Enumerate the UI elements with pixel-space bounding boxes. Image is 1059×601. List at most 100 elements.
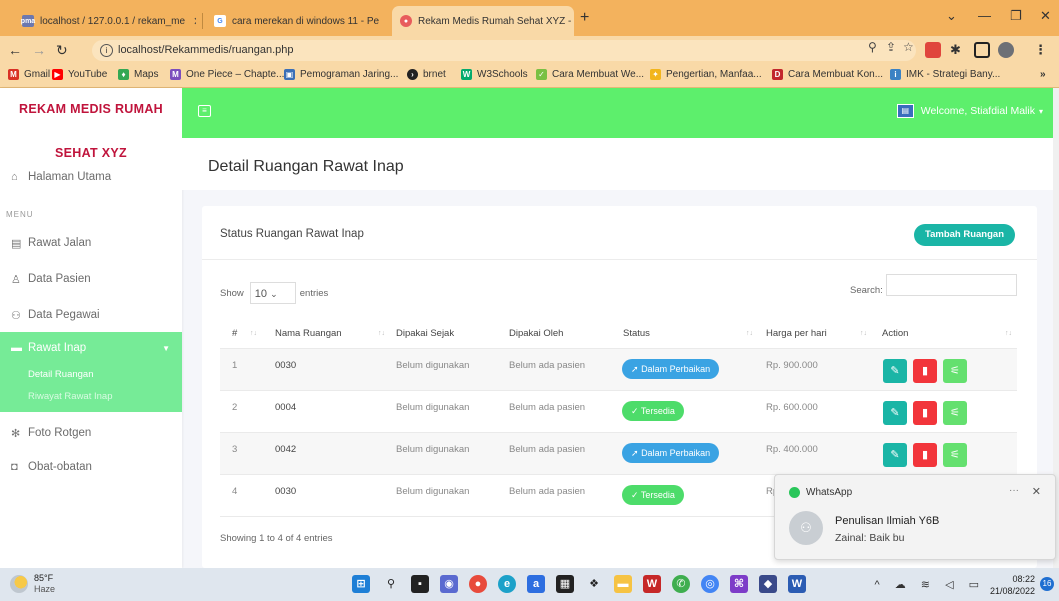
column-header-oleh[interactable]: Dipakai Oleh (509, 328, 563, 339)
info-icon[interactable]: i (100, 44, 113, 57)
cell-no: 1 (232, 360, 238, 371)
bookmark-brnet[interactable]: › brnet (407, 69, 446, 80)
app-icon[interactable]: ⌘ (730, 575, 748, 593)
forward-icon[interactable]: → (32, 42, 46, 58)
column-header-harga[interactable]: Harga per hari (766, 328, 827, 339)
new-tab-icon[interactable]: + (580, 9, 589, 27)
bookmark-cara-membuat-kon[interactable]: D Cara Membuat Kon... (772, 69, 883, 80)
close-tab-icon[interactable]: ✕ (193, 15, 196, 28)
bookmark-imk[interactable]: i IMK - Strategi Bany... (890, 69, 1000, 80)
weather-widget[interactable]: 85°F Haze (10, 573, 55, 595)
user-icon: ♙ (11, 273, 21, 286)
edge-icon[interactable]: e (498, 575, 516, 593)
word-icon[interactable]: W (788, 575, 806, 593)
column-header-action: Action (882, 328, 909, 339)
bookmark-label: Cara Membuat We... (552, 69, 645, 80)
bookmark-maps[interactable]: ♦ Maps (118, 69, 158, 80)
bookmark-youtube[interactable]: ▶ YouTube (52, 69, 107, 80)
assign-button[interactable]: ⚟ (943, 359, 967, 383)
bookmark-label: One Piece – Chapte... (186, 69, 285, 80)
delete-button[interactable]: ▮ (913, 359, 937, 383)
chevron-down-icon[interactable]: ⌄ (946, 8, 957, 24)
delete-button[interactable]: ▮ (913, 401, 937, 425)
reload-icon[interactable]: ↻ (56, 42, 68, 59)
user-plus-icon: ⚟ (950, 449, 960, 461)
assign-button[interactable]: ⚟ (943, 443, 967, 467)
tab-rekam-medis[interactable]: ● Rekam Medis Rumah Sehat XYZ - ✕ (392, 6, 574, 36)
tab-google[interactable]: G cara merekan di windows 11 - Pe ✕ (206, 6, 386, 36)
sidebar-subitem-riwayat[interactable]: Riwayat Rawat Inap (0, 386, 182, 408)
menu-toggle-icon[interactable]: ≡ (198, 105, 211, 117)
column-header-no[interactable]: # (232, 328, 237, 339)
restore-icon[interactable]: ❐ (1010, 8, 1022, 24)
user-menu[interactable]: ▤ Welcome, Stiafdial Malik ▾ (896, 104, 1043, 118)
table-row: 2 0004 Belum digunakan Belum ada pasien … (220, 390, 1017, 432)
cell-nama: 0004 (275, 402, 297, 413)
clock[interactable]: 08:22 21/08/2022 (990, 573, 1035, 597)
sidebar-item-rawat-jalan[interactable]: ▤ Rawat Jalan (0, 228, 182, 258)
bookmark-star-icon[interactable]: ☆ (903, 40, 914, 54)
bookmark-w3schools[interactable]: W W3Schools (461, 69, 528, 80)
browser-tab-bar: pma localhost / 127.0.0.1 / rekam_me ✕ G… (0, 0, 1059, 36)
bookmark-cara-membuat-we[interactable]: ✓ Cara Membuat We... (536, 69, 644, 80)
close-window-icon[interactable]: ✕ (1040, 8, 1051, 24)
add-room-button[interactable]: Tambah Ruangan (914, 224, 1015, 246)
column-header-sejak[interactable]: Dipakai Sejak (396, 328, 454, 339)
sidebar-icon[interactable] (974, 42, 990, 58)
delete-button[interactable]: ▮ (913, 443, 937, 467)
translate-icon[interactable]: a (527, 575, 545, 593)
search-input[interactable] (886, 274, 1017, 296)
profile-icon[interactable] (998, 42, 1014, 58)
extension-icon[interactable] (925, 42, 941, 58)
column-header-nama[interactable]: Nama Ruangan (275, 328, 342, 339)
store-icon[interactable]: ▦ (556, 575, 574, 593)
entries-select[interactable]: 10 ⌄ (249, 282, 296, 304)
more-bookmarks-icon[interactable]: » (1040, 69, 1046, 80)
winrar-icon[interactable]: W (643, 575, 661, 593)
sidebar-item-data-pasien[interactable]: ♙ Data Pasien (0, 264, 182, 294)
status-badge: ✓ Tersedia (622, 401, 684, 421)
sidebar-item-home[interactable]: ⌂ Halaman Utama (0, 162, 182, 192)
puzzle-icon[interactable]: ✱ (950, 42, 966, 58)
zoom-icon[interactable]: ⚲ (868, 40, 877, 54)
sidebar-item-rawat-inap[interactable]: ▬ Rawat Inap ▼ (0, 332, 182, 364)
chrome-icon[interactable]: ◎ (701, 575, 719, 593)
system-tray[interactable]: ^ ☁ ≋ ◁ ▭ (875, 578, 985, 591)
tab-phpmyadmin[interactable]: pma localhost / 127.0.0.1 / rekam_me ✕ (14, 6, 196, 36)
back-icon[interactable]: ← (8, 42, 22, 58)
edit-button[interactable]: ✎ (883, 443, 907, 467)
url-field[interactable]: i localhost/Rekammedis/ruangan.php (92, 40, 916, 61)
share-icon[interactable]: ⇪ (886, 40, 896, 54)
bookmark-pemograman[interactable]: ▣ Pemograman Jaring... (284, 69, 398, 80)
bookmark-label: W3Schools (477, 69, 528, 80)
more-options-icon[interactable]: ··· (1009, 485, 1019, 496)
sidebar-item-obat[interactable]: ◘ Obat-obatan (0, 452, 182, 482)
bookmark-gmail[interactable]: M Gmail (8, 69, 50, 80)
firefox-icon[interactable]: ● (469, 575, 487, 593)
assign-button[interactable]: ⚟ (943, 401, 967, 425)
bookmark-onepiece[interactable]: M One Piece – Chapte... (170, 69, 284, 80)
taskbar: 85°F Haze ⊞ ⚲ ▪ ◉ ● e a ▦ ❖ ▬ W ✆ ◎ ⌘ ◆ W… (0, 568, 1059, 601)
edit-button[interactable]: ✎ (883, 359, 907, 383)
column-header-status[interactable]: Status (623, 328, 650, 339)
sidebar-item-label: Obat-obatan (28, 461, 92, 473)
notification-badge[interactable]: 16 (1040, 577, 1054, 591)
sidebar-item-data-pegawai[interactable]: ⚇ Data Pegawai (0, 300, 182, 330)
sidebar-item-foto-rotgen[interactable]: ✻ Foto Rotgen (0, 418, 182, 448)
bookmark-pengertian[interactable]: ✦ Pengertian, Manfaa... (650, 69, 762, 80)
kebab-menu-icon[interactable]: ⋮ (1034, 42, 1050, 58)
task-view-icon[interactable]: ▪ (411, 575, 429, 593)
sidebar-item-label: Foto Rotgen (28, 427, 92, 439)
chat-icon[interactable]: ◉ (440, 575, 458, 593)
search-icon[interactable]: ⚲ (382, 575, 400, 593)
file-explorer-icon[interactable]: ▬ (614, 575, 632, 593)
minimize-icon[interactable]: — (978, 8, 991, 23)
whatsapp-taskbar-icon[interactable]: ✆ (672, 575, 690, 593)
edit-button[interactable]: ✎ (883, 401, 907, 425)
whatsapp-notification[interactable]: WhatsApp ··· ✕ ⚇ Penulisan Ilmiah Y6B Za… (774, 474, 1056, 560)
vpn-icon[interactable]: ◆ (759, 575, 777, 593)
windows-start-icon[interactable]: ⊞ (352, 575, 370, 593)
sidebar-subitem-detail-ruangan[interactable]: Detail Ruangan (0, 364, 182, 386)
close-icon[interactable]: ✕ (1032, 485, 1041, 498)
dropbox-icon[interactable]: ❖ (585, 575, 603, 593)
